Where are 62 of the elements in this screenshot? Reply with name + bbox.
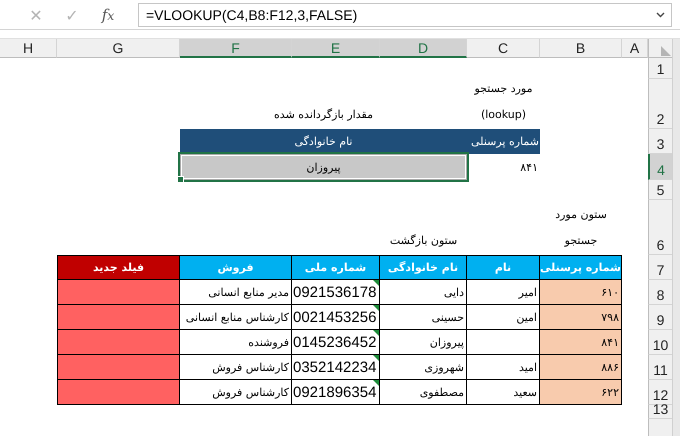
row-header[interactable]: 3 <box>648 129 672 154</box>
table-header-cell: فروش <box>180 255 292 280</box>
row-header[interactable]: 8 <box>648 280 672 305</box>
row-header[interactable]: 10 <box>648 330 672 355</box>
table-cell: ۸۸۶ <box>540 355 622 380</box>
table-cell: امید <box>467 355 540 380</box>
row-header[interactable]: 13 <box>648 405 672 419</box>
row-header[interactable]: 5 <box>648 180 672 200</box>
table-cell: امیر <box>467 280 540 305</box>
table-header-cell: شماره ملی <box>292 255 380 280</box>
column-header[interactable]: C <box>467 39 540 58</box>
column-header[interactable]: H <box>0 39 57 58</box>
table-cell: امین <box>467 305 540 330</box>
table-cell: پیروزان <box>380 330 467 355</box>
row-header[interactable]: 2 <box>648 79 672 129</box>
table-cell: 0021453256 <box>292 305 380 330</box>
row-header[interactable]: 4 <box>648 154 672 180</box>
table-cell: کارشناس فروش <box>180 355 292 380</box>
result-cell[interactable]: پیروزان <box>180 154 467 180</box>
column-header[interactable]: G <box>57 39 180 58</box>
row-header[interactable]: 7 <box>648 255 672 280</box>
table-cell: ۶۱۰ <box>540 280 622 305</box>
table-header-cell: فیلد جدید <box>57 255 180 280</box>
table-header-cell: شماره پرسنلی <box>540 255 622 280</box>
table-cell: ۸۴۱ <box>540 330 622 355</box>
lookup-value-cell-text: ۸۴۱ <box>519 160 539 176</box>
table-cell: 0145236452 <box>292 330 380 355</box>
table-cell: 0921536178 <box>292 280 380 305</box>
table-cell: فروشنده <box>180 330 292 355</box>
header-cell: شماره پرسنلی <box>467 129 540 154</box>
table-cell: حسینی <box>380 305 467 330</box>
column-header[interactable]: A <box>622 39 648 58</box>
table-cell: کارشناس فروش <box>180 380 292 405</box>
column-header[interactable]: F <box>180 39 292 58</box>
row-header[interactable]: 6 <box>648 200 672 255</box>
table-header-cell: نام <box>467 255 540 280</box>
column-header[interactable]: D <box>380 39 467 58</box>
table-cell: مدیر منابع انسانی <box>180 280 292 305</box>
table-cell: 0921896354 <box>292 380 380 405</box>
table-cell: سعید <box>467 380 540 405</box>
table-cell: 0352142234 <box>292 355 380 380</box>
table-header-cell: نام خانوادگی <box>380 255 467 280</box>
column-header[interactable]: B <box>540 39 622 58</box>
table-cell: شهروزی <box>380 355 467 380</box>
table-cell: کارشناس منابع انسانی <box>180 305 292 330</box>
caption-text: ستون مورد جستجو <box>554 207 608 249</box>
table-cell: ۶۲۲ <box>540 380 622 405</box>
table-cell: دایی <box>380 280 467 305</box>
row-header[interactable]: 9 <box>648 305 672 330</box>
fill-handle[interactable] <box>177 176 184 183</box>
caption-text: مقدار بازگردانده شده <box>273 107 374 123</box>
row-header[interactable]: 12 <box>648 380 672 405</box>
row-header[interactable]: 1 <box>648 58 672 79</box>
header-cell: نام خانوادگی <box>180 129 467 154</box>
column-header[interactable]: E <box>292 39 380 58</box>
table-cell: مصطفوی <box>380 380 467 405</box>
table-cell: ۷۹۸ <box>540 305 622 330</box>
row-header[interactable]: 11 <box>648 355 672 380</box>
caption-text: ستون بازگشت <box>388 233 458 249</box>
chevron-down-icon[interactable] <box>656 12 665 18</box>
triangle-icon <box>660 45 672 57</box>
formula-field[interactable]: =VLOOKUP(C4,B8:F12,3,FALSE) <box>138 3 672 27</box>
